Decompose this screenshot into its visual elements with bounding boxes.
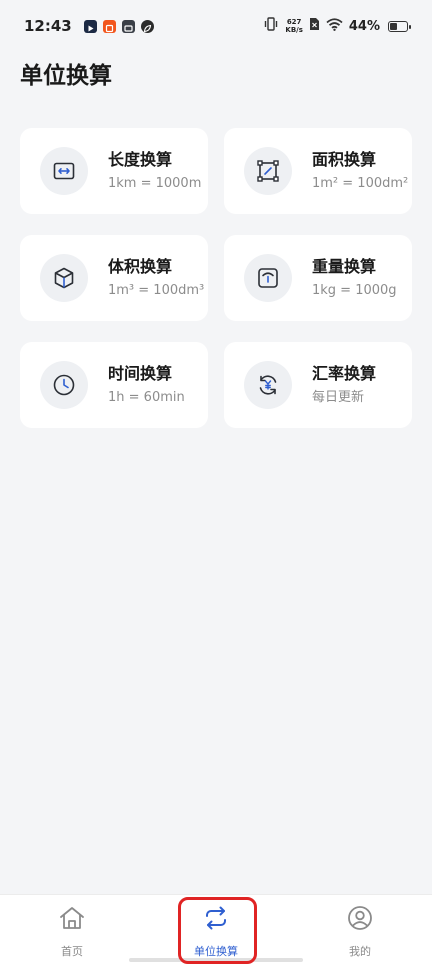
- card-subtitle: 1km = 1000m: [108, 176, 202, 191]
- nav-unit-convert-label: 单位换算: [194, 945, 238, 958]
- status-time: 12:43: [24, 17, 72, 35]
- clock-icon: [40, 361, 88, 409]
- nav-profile-label: 我的: [349, 945, 371, 958]
- message-app-notification-icon: [121, 19, 135, 33]
- convert-icon: [202, 905, 230, 935]
- length-icon: [40, 147, 88, 195]
- network-speed-value: 627: [286, 18, 302, 26]
- wifi-icon: [326, 17, 343, 35]
- volume-icon: [40, 254, 88, 302]
- card-title: 时间换算: [108, 364, 173, 383]
- profile-icon: [346, 905, 374, 935]
- video-app-notification-icon: [83, 19, 97, 33]
- status-bar: 12:43 627 KB/s 44%: [0, 0, 432, 52]
- card-subtitle: 1h = 60min: [108, 390, 185, 405]
- nav-home-label: 首页: [61, 945, 83, 958]
- exchange-rate-icon: [244, 361, 292, 409]
- page-title: 单位换算: [20, 63, 112, 89]
- nav-profile[interactable]: 我的: [305, 895, 415, 959]
- card-subtitle: 1m² = 100dm²: [312, 176, 409, 191]
- network-speed-unit: KB/s: [285, 26, 303, 34]
- card-title: 体积换算: [108, 257, 173, 276]
- nav-home[interactable]: 首页: [17, 895, 127, 959]
- no-sim-icon: [309, 17, 320, 35]
- status-left: 12:43: [24, 17, 154, 35]
- nav-unit-convert[interactable]: 单位换算: [161, 895, 271, 959]
- shopping-app-notification-icon: [102, 19, 116, 33]
- card-title: 汇率换算: [312, 364, 377, 383]
- status-right: 627 KB/s 44%: [263, 17, 411, 35]
- battery-percent: 44%: [348, 18, 380, 34]
- area-icon: [244, 147, 292, 195]
- home-indicator: [129, 958, 303, 962]
- exchange-rate-converter-card[interactable]: 汇率换算 每日更新: [224, 342, 412, 428]
- weight-converter-card[interactable]: 重量换算 1kg = 1000g: [224, 235, 412, 321]
- card-title: 长度换算: [108, 150, 173, 169]
- network-speed: 627 KB/s: [285, 18, 302, 34]
- home-icon: [58, 905, 86, 935]
- card-subtitle: 每日更新: [312, 390, 365, 405]
- length-converter-card[interactable]: 长度换算 1km = 1000m: [20, 128, 208, 214]
- battery-icon: [388, 20, 411, 32]
- volume-converter-card[interactable]: 体积换算 1m³ = 100dm³: [20, 235, 208, 321]
- leaf-app-notification-icon: [140, 19, 154, 33]
- converter-grid: 长度换算 1km = 1000m 面积换算 1m² = 100dm² 体积换算 …: [20, 128, 412, 428]
- card-title: 面积换算: [312, 150, 377, 169]
- card-subtitle: 1m³ = 100dm³: [108, 283, 205, 298]
- vibrate-icon: [263, 17, 279, 35]
- bottom-nav: 首页 单位换算 我的: [0, 894, 432, 964]
- weight-icon: [244, 254, 292, 302]
- card-subtitle: 1kg = 1000g: [312, 283, 397, 298]
- card-title: 重量换算: [312, 257, 377, 276]
- time-converter-card[interactable]: 时间换算 1h = 60min: [20, 342, 208, 428]
- area-converter-card[interactable]: 面积换算 1m² = 100dm²: [224, 128, 412, 214]
